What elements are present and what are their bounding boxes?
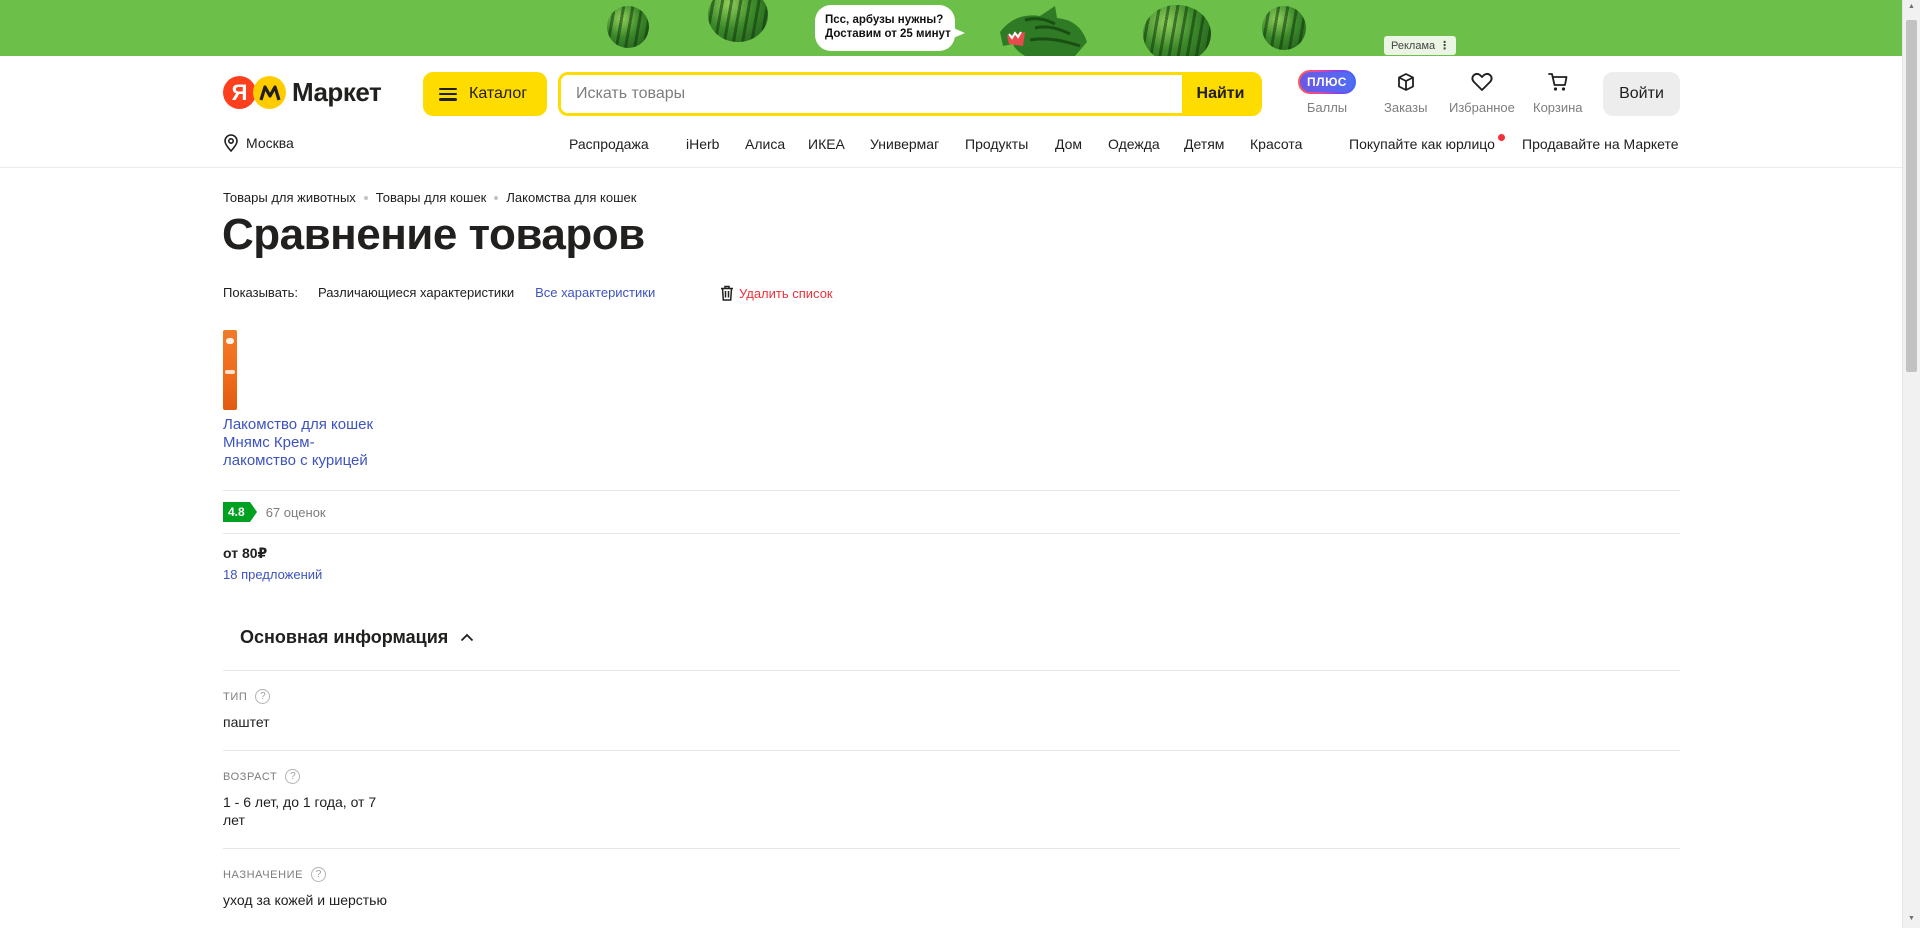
spec-value: уход за кожей и шерстью: [223, 892, 387, 908]
question-icon[interactable]: ?: [311, 867, 327, 882]
burger-icon: [439, 87, 457, 101]
scroll-thumb[interactable]: [1906, 20, 1917, 372]
show-label: Показывать:: [223, 285, 298, 300]
catalog-button[interactable]: Каталог: [423, 72, 547, 116]
breadcrumb-separator: [363, 195, 368, 200]
watermelon-image: [1262, 6, 1306, 50]
login-button[interactable]: Войти: [1603, 72, 1680, 116]
logo-text: Маркет: [292, 77, 382, 107]
spec-label: ТИП?: [223, 689, 271, 704]
rating-badge: 4.8: [223, 502, 257, 522]
scrollbar[interactable]: ▲ ▼: [1902, 0, 1920, 928]
question-icon[interactable]: ?: [285, 769, 301, 784]
search-button[interactable]: Найти: [1182, 75, 1259, 113]
product-image[interactable]: [223, 330, 237, 410]
orders-label: Заказы: [1384, 100, 1428, 115]
search-bar: Найти: [558, 72, 1262, 116]
nav-item-ikea[interactable]: ИКЕА: [808, 136, 845, 152]
city-label: Москва: [246, 135, 294, 151]
ad-banner[interactable]: Псс, арбузы нужны? Доставим от 25 минут …: [0, 0, 1902, 56]
location-icon: [224, 134, 238, 152]
search-input[interactable]: [561, 75, 1182, 113]
nav-item-sell[interactable]: Продавайте на Маркете: [1522, 136, 1679, 152]
offers-link[interactable]: 18 предложений: [223, 567, 322, 582]
logo-m-icon: [253, 76, 286, 109]
spec-value: паштет: [223, 714, 270, 730]
notification-dot: [1498, 134, 1505, 141]
heart-icon: [1471, 72, 1493, 91]
section-toggle[interactable]: Основная информация: [240, 627, 474, 648]
ad-bubble-line: Доставим от 25 минут: [825, 28, 951, 40]
more-icon: ⋮: [1439, 40, 1451, 52]
nav-item-sale[interactable]: Распродажа: [569, 136, 649, 152]
nav-item-home[interactable]: Дом: [1055, 136, 1082, 152]
breadcrumb: Товары для животных Товары для кошек Лак…: [223, 190, 636, 205]
trash-icon: [721, 285, 733, 301]
ad-bubble: Псс, арбузы нужны? Доставим от 25 минут: [815, 5, 965, 51]
nav-item-iherb[interactable]: iHerb: [686, 136, 719, 152]
nav-item-clothes[interactable]: Одежда: [1108, 136, 1160, 152]
breadcrumb-item[interactable]: Товары для животных: [223, 190, 356, 205]
breadcrumb-separator: [494, 195, 499, 200]
nav-item-univermag[interactable]: Универмаг: [870, 136, 939, 152]
product-price: от 80₽: [223, 545, 268, 561]
divider: [223, 490, 1680, 491]
divider: [223, 533, 1680, 534]
points-link[interactable]: ПЛЮС Баллы: [1298, 70, 1356, 115]
nav-item-kids[interactable]: Детям: [1184, 136, 1224, 152]
page-title: Сравнение товаров: [222, 210, 645, 259]
nav-item-alice[interactable]: Алиса: [745, 136, 785, 152]
ad-bubble-line: Псс, арбузы нужны?: [825, 14, 944, 26]
box-icon: [1397, 73, 1414, 91]
favorites-link[interactable]: Избранное: [1449, 70, 1515, 115]
product-name-link[interactable]: Лакомство для кошек Мнямс Крем-лакомство…: [223, 416, 383, 470]
show-option-different[interactable]: Различающиеся характеристики: [318, 285, 514, 300]
question-icon[interactable]: ?: [255, 689, 271, 704]
city-selector[interactable]: Москва: [223, 134, 294, 152]
watermelon-image: [708, 0, 768, 42]
reviews-count: 67 оценок: [265, 504, 326, 520]
breadcrumb-item[interactable]: Товары для кошек: [376, 190, 487, 205]
nav-item-business[interactable]: Покупайте как юрлицо: [1349, 136, 1495, 152]
show-filter: Показывать: Различающиеся характеристики…: [223, 285, 655, 300]
spec-value: 1 - 6 лет, до 1 года, от 7 лет: [223, 794, 377, 828]
section-title: Основная информация: [240, 627, 449, 647]
divider: [223, 750, 1680, 751]
watermelon-image: [607, 6, 649, 48]
cart-label: Корзина: [1533, 100, 1583, 115]
breadcrumb-item[interactable]: Лакомства для кошек: [506, 190, 636, 205]
ad-label-text: Реклама: [1391, 40, 1436, 52]
nav-item-beauty[interactable]: Красота: [1250, 136, 1302, 152]
spec-label: ВОЗРАСТ?: [223, 769, 301, 784]
divider: [223, 848, 1680, 849]
favorites-label: Избранное: [1449, 100, 1515, 115]
chevron-up-icon: [461, 633, 474, 642]
cart-link[interactable]: Корзина: [1533, 70, 1583, 115]
scroll-up-arrow-icon[interactable]: ▲: [1908, 3, 1915, 10]
orders-link[interactable]: Заказы: [1384, 70, 1427, 115]
ad-label[interactable]: Реклама ⋮: [1384, 36, 1457, 55]
logo-ya-icon: Я: [223, 76, 256, 109]
watermelon-dinosaur-image: [1000, 6, 1087, 56]
scroll-down-arrow-icon[interactable]: ▼: [1908, 915, 1915, 922]
market-logo[interactable]: Я Маркет: [223, 76, 382, 109]
catalog-label: Каталог: [469, 85, 528, 102]
nav-item-products[interactable]: Продукты: [965, 136, 1028, 152]
watermelon-image: [1143, 5, 1211, 56]
product-rating[interactable]: 4.8 67 оценок: [223, 502, 326, 522]
plus-badge-icon: ПЛЮС: [1298, 70, 1356, 94]
delete-list-label: Удалить список: [739, 285, 833, 301]
header: Я Маркет Каталог Найти ПЛЮС Баллы Заказы…: [0, 56, 1902, 168]
divider: [223, 670, 1680, 671]
spec-label: НАЗНАЧЕНИЕ?: [223, 867, 327, 882]
cart-icon: [1547, 73, 1568, 91]
delete-list-button[interactable]: Удалить список: [720, 285, 833, 301]
points-label: Баллы: [1306, 100, 1348, 115]
show-option-all[interactable]: Все характеристики: [535, 285, 655, 300]
